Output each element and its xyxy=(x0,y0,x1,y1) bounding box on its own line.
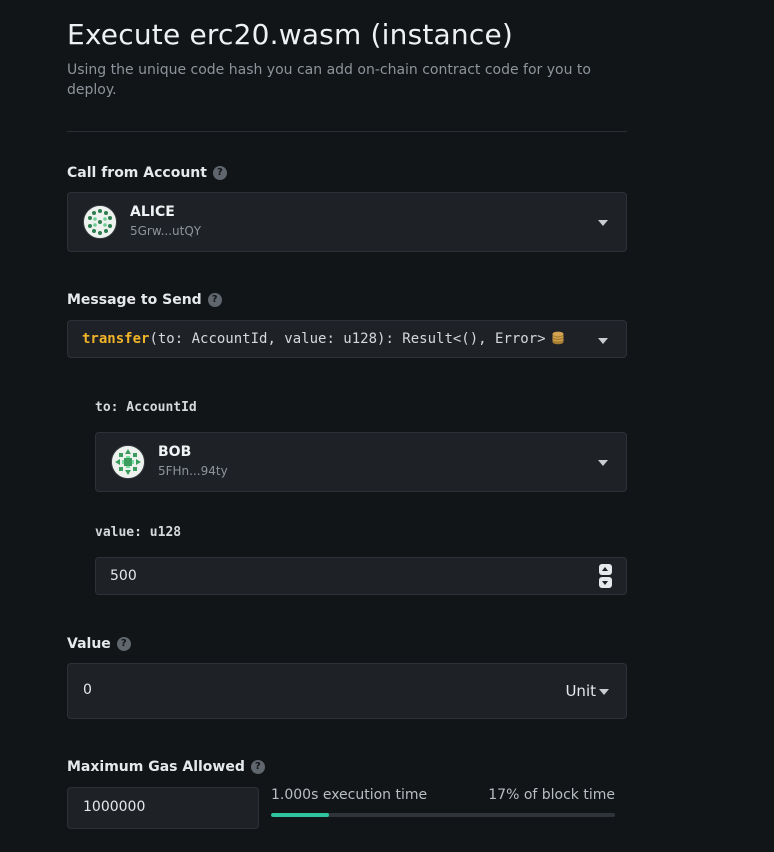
stepper-up-icon[interactable] xyxy=(599,564,612,575)
message-args: (to: AccountId, value: u128): Result<(),… xyxy=(149,331,546,347)
account-name: BOB xyxy=(158,444,192,460)
execution-time: 1.000s execution time xyxy=(271,787,428,803)
message-label-text: Message to Send xyxy=(67,292,202,308)
call-from-label-text: Call from Account xyxy=(67,165,207,181)
help-icon[interactable]: ? xyxy=(250,760,265,774)
help-icon[interactable]: ? xyxy=(116,637,131,651)
unit-select[interactable]: Unit xyxy=(565,682,596,700)
gas-progress-fill xyxy=(271,813,330,817)
gas-input-text: 1000000 xyxy=(83,799,146,815)
arg-value-label: value: u128 xyxy=(95,525,182,540)
arg-value-input[interactable]: 500 xyxy=(95,557,627,595)
account-address: 5Grw...utQY xyxy=(130,224,202,238)
message-signature: transfer(to: AccountId, value: u128): Re… xyxy=(82,331,564,349)
database-coins-icon xyxy=(551,331,564,349)
chevron-down-icon xyxy=(598,338,608,344)
gas-input[interactable]: 1000000 xyxy=(67,787,259,829)
account-address: 5FHn...94ty xyxy=(158,464,228,478)
value-label-text: Value xyxy=(67,636,111,652)
value-label: Value ? xyxy=(67,636,131,652)
value-input[interactable]: 0 Unit xyxy=(67,663,627,719)
chevron-down-icon xyxy=(599,689,609,695)
bob-identicon-icon xyxy=(111,445,145,479)
stepper-down-icon[interactable] xyxy=(599,577,612,588)
message-label: Message to Send ? xyxy=(67,292,222,308)
divider xyxy=(67,131,627,132)
message-fn-name: transfer xyxy=(82,331,150,347)
help-icon[interactable]: ? xyxy=(207,293,222,307)
gas-label-text: Maximum Gas Allowed xyxy=(67,759,245,775)
alice-identicon-icon xyxy=(83,205,117,239)
chevron-down-icon xyxy=(598,220,608,226)
number-stepper[interactable] xyxy=(599,564,612,588)
chevron-down-icon xyxy=(598,460,608,466)
block-time: 17% of block time xyxy=(488,787,615,803)
arg-to-account-select[interactable]: BOB 5FHn...94ty xyxy=(95,432,627,492)
arg-to-label: to: AccountId xyxy=(95,400,197,415)
account-name: ALICE xyxy=(130,204,175,220)
page-title: Execute erc20.wasm (instance) xyxy=(67,18,514,51)
value-input-text: 0 xyxy=(83,682,92,698)
page-subtitle: Using the unique code hash you can add o… xyxy=(67,62,591,98)
message-select[interactable]: transfer(to: AccountId, value: u128): Re… xyxy=(67,320,627,358)
help-icon[interactable]: ? xyxy=(212,166,227,180)
call-from-label: Call from Account ? xyxy=(67,165,227,181)
arg-value-text: 500 xyxy=(110,568,137,584)
call-from-account-select[interactable]: ALICE 5Grw...utQY xyxy=(67,192,627,252)
gas-label: Maximum Gas Allowed ? xyxy=(67,759,265,775)
gas-progress-bar xyxy=(271,813,615,817)
